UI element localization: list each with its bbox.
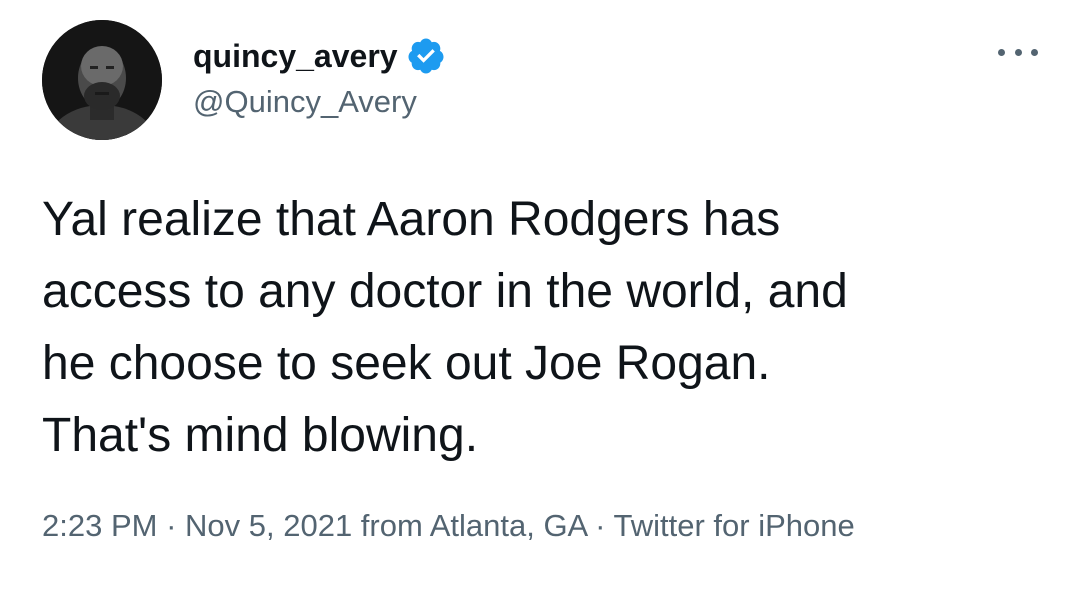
more-options-button[interactable] — [998, 42, 1038, 62]
avatar[interactable] — [42, 20, 162, 140]
tweet-date[interactable]: Nov 5, 2021 — [185, 508, 352, 543]
tweet-meta: 2:23 PM · Nov 5, 2021 from Atlanta, GA ·… — [42, 501, 942, 551]
more-horizontal-icon — [998, 48, 1005, 56]
tweet-time[interactable]: 2:23 PM — [42, 508, 157, 543]
tweet-source[interactable]: Twitter for iPhone — [614, 508, 855, 543]
meta-separator: · — [157, 508, 186, 543]
user-handle[interactable]: @Quincy_Avery — [193, 84, 446, 120]
tweet-location: from Atlanta, GA — [352, 508, 587, 543]
tweet-author[interactable]: quincy_avery @Quincy_Avery — [193, 30, 446, 120]
meta-separator: · — [586, 508, 614, 543]
name-row: quincy_avery — [193, 30, 446, 82]
profile-photo-icon — [42, 20, 162, 140]
more-horizontal-icon-dot — [1031, 48, 1038, 56]
display-name[interactable]: quincy_avery — [193, 38, 398, 75]
more-horizontal-icon-dot — [1014, 48, 1022, 56]
tweet-text: Yal realize that Aaron Rodgers has acces… — [42, 193, 848, 462]
verified-badge-icon — [408, 38, 444, 74]
